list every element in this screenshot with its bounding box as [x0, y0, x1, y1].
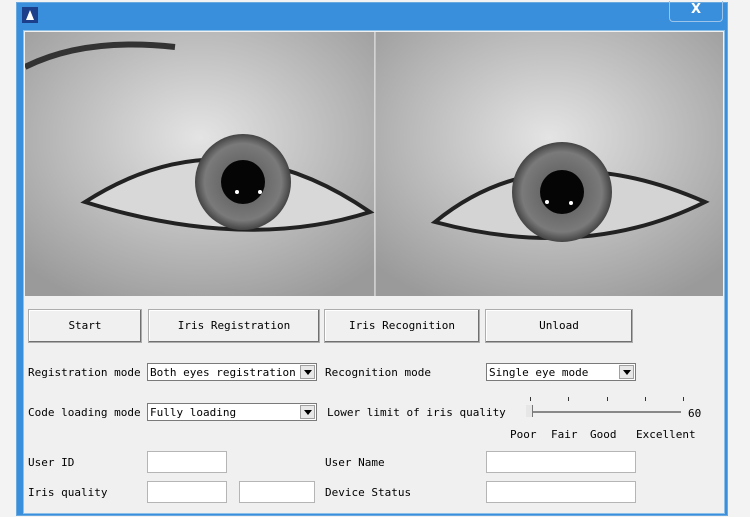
recognition-mode-label: Recognition mode — [325, 366, 431, 379]
client-area: Start Iris Registration Iris Recognition… — [23, 30, 725, 514]
scale-fair: Fair — [551, 428, 578, 441]
iris-quality-input-1[interactable] — [147, 481, 227, 503]
registration-mode-value: Both eyes registration — [150, 366, 296, 379]
code-loading-mode-select[interactable]: Fully loading — [147, 403, 317, 421]
eye-images — [23, 32, 723, 296]
quality-slider[interactable] — [524, 397, 684, 421]
user-name-label: User Name — [325, 456, 385, 469]
user-id-input[interactable] — [147, 451, 227, 473]
chevron-down-icon[interactable] — [619, 365, 634, 379]
user-name-input[interactable] — [486, 451, 636, 473]
unload-button[interactable]: Unload — [485, 309, 633, 343]
device-status-label: Device Status — [325, 486, 412, 499]
slider-track — [531, 411, 681, 413]
code-loading-mode-label: Code loading mode — [28, 406, 141, 419]
iris-app-icon — [22, 7, 38, 23]
close-button[interactable]: X — [669, 1, 723, 22]
iris-registration-button[interactable]: Iris Registration — [148, 309, 320, 343]
device-status-input[interactable] — [486, 481, 636, 503]
quality-limit-label: Lower limit of iris quality — [327, 406, 506, 419]
registration-mode-label: Registration mode — [28, 366, 141, 379]
user-id-label: User ID — [28, 456, 75, 469]
recognition-mode-value: Single eye mode — [489, 366, 589, 379]
slider-thumb[interactable] — [526, 405, 533, 417]
title-bar: X — [17, 1, 727, 29]
scale-excellent: Excellent — [636, 428, 696, 441]
recognition-mode-select[interactable]: Single eye mode — [486, 363, 636, 381]
iris-quality-input-2[interactable] — [239, 481, 315, 503]
quality-value: 60 — [688, 407, 702, 420]
registration-mode-select[interactable]: Both eyes registration — [147, 363, 317, 381]
start-button[interactable]: Start — [28, 309, 142, 343]
app-window: X Start Iris Registration Iris Recogniti… — [16, 1, 728, 516]
code-loading-mode-value: Fully loading — [150, 406, 237, 419]
chevron-down-icon[interactable] — [300, 405, 315, 419]
scale-good: Good — [590, 428, 617, 441]
chevron-down-icon[interactable] — [300, 365, 315, 379]
iris-recognition-button[interactable]: Iris Recognition — [324, 309, 480, 343]
scale-poor: Poor — [510, 428, 537, 441]
iris-camera-view — [23, 32, 723, 296]
iris-quality-label: Iris quality — [28, 486, 108, 499]
